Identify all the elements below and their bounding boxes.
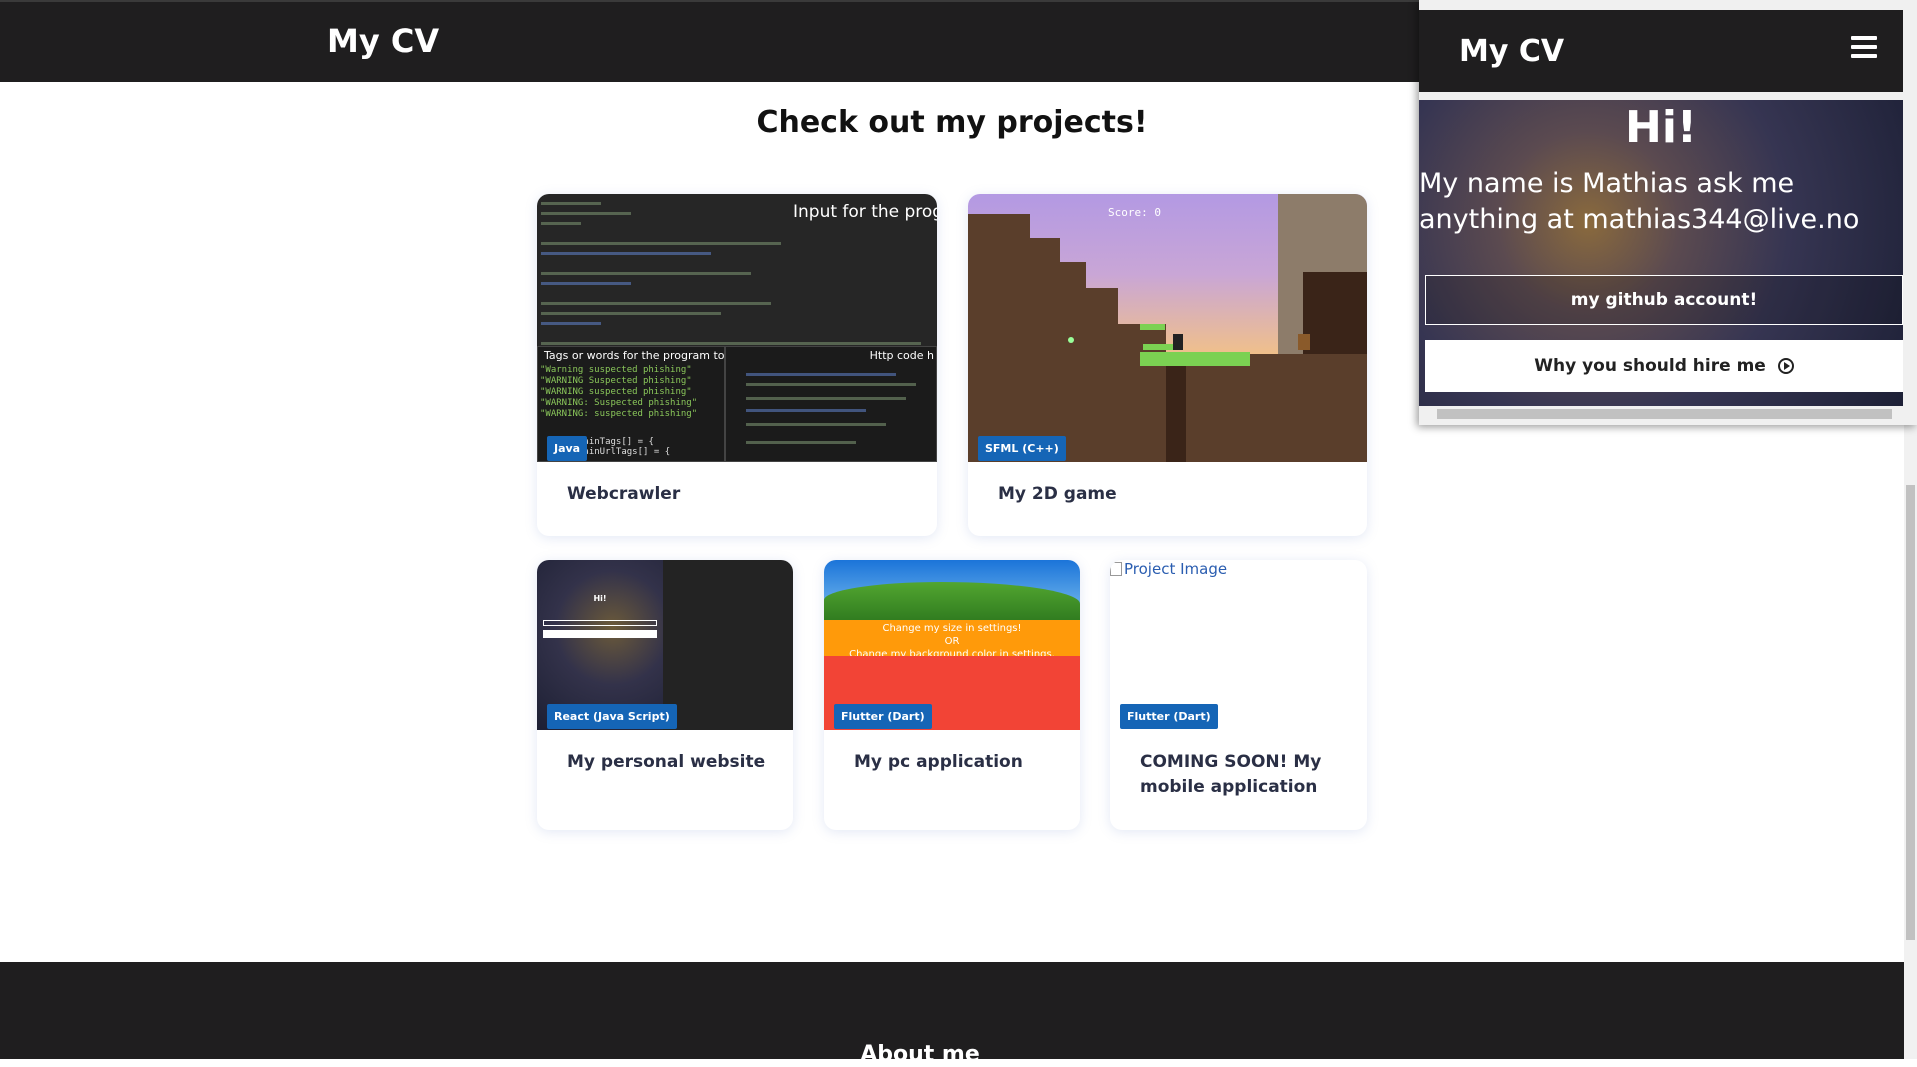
broken-image-icon: Project Image xyxy=(1110,560,1227,578)
code-line: "WARNING Suspected phishing" xyxy=(540,376,692,386)
tech-badge: Flutter (Dart) xyxy=(1120,704,1218,729)
project-thumbnail: Score: 0 SFML (C++) xyxy=(968,194,1367,462)
tech-badge: React (Java Script) xyxy=(547,704,677,729)
hire-me-button[interactable]: Why you should hire me xyxy=(1425,340,1903,392)
project-card-webcrawler[interactable]: Input for the prog Tags or words for the… xyxy=(537,194,937,536)
player-sprite xyxy=(1173,334,1183,350)
project-title[interactable]: My pc application xyxy=(854,750,1060,775)
hero-intro: My name is Mathias ask me anything at ma… xyxy=(1419,168,1860,235)
project-thumbnail: Project Image Flutter (Dart) xyxy=(1110,560,1367,730)
tech-badge: Java xyxy=(547,436,588,461)
tech-badge: Flutter (Dart) xyxy=(834,704,932,729)
preview-navbar: My CV xyxy=(1419,10,1903,92)
project-thumbnail: Change my size in settings! OR Change my… xyxy=(824,560,1080,730)
project-card-pc-application[interactable]: Change my size in settings! OR Change my… xyxy=(824,560,1080,830)
preview-scrollbar-thumb[interactable] xyxy=(1437,409,1892,419)
code-line: "WARNING: suspected phishing" xyxy=(540,409,698,419)
preview-vertical-scrollbar[interactable] xyxy=(1903,10,1917,406)
project-card-personal-website[interactable]: Hi! React (Java Script) My personal webs… xyxy=(537,560,793,830)
code-line: "Warning suspected phishing" xyxy=(540,365,692,375)
hamburger-menu-icon[interactable] xyxy=(1851,36,1877,60)
footer: About me xyxy=(0,962,1904,1067)
page-scrollbar-thumb[interactable] xyxy=(1906,485,1915,940)
mobile-preview-window: My CV Hi! My name is Mathias ask me anyt… xyxy=(1419,0,1917,425)
thumb-text-line: OR xyxy=(944,636,960,647)
project-card-mobile-application[interactable]: Project Image Flutter (Dart) COMING SOON… xyxy=(1110,560,1367,830)
thumb-caption-http: Http code h xyxy=(869,349,934,362)
coin-sprite xyxy=(1068,337,1074,343)
hero-title: Hi! xyxy=(1625,102,1697,153)
image-alt-text: Project Image xyxy=(1124,560,1228,578)
code-line: mainUrlTags[] = { xyxy=(578,447,671,457)
about-heading: About me xyxy=(860,1042,980,1067)
code-line: mainTags[] = { xyxy=(578,437,654,447)
preview-brand[interactable]: My CV xyxy=(1459,34,1564,69)
project-title[interactable]: My personal website xyxy=(567,750,773,775)
github-button[interactable]: my github account! xyxy=(1425,275,1903,325)
project-title[interactable]: My 2D game xyxy=(998,482,1347,507)
project-title[interactable]: Webcrawler xyxy=(567,482,917,507)
project-title[interactable]: COMING SOON! My mobile application xyxy=(1140,750,1347,800)
project-thumbnail: Hi! React (Java Script) xyxy=(537,560,793,730)
game-score: Score: 0 xyxy=(1108,206,1161,219)
project-thumbnail: Input for the prog Tags or words for the… xyxy=(537,194,937,462)
thumb-caption-input: Input for the prog xyxy=(793,202,937,222)
thumb-text-line: Change my size in settings! xyxy=(882,623,1022,634)
enemy-sprite xyxy=(1298,334,1310,350)
code-line: "WARNING: Suspected phishing" xyxy=(540,398,698,408)
preview-horizontal-scrollbar[interactable] xyxy=(1419,406,1917,422)
code-line: "WARNING suspected phishing" xyxy=(540,387,692,397)
preview-hero: Hi! My name is Mathias ask me anything a… xyxy=(1419,100,1903,406)
site-brand[interactable]: My CV xyxy=(327,22,439,60)
project-card-2d-game[interactable]: Score: 0 SFML (C++) My 2D game xyxy=(968,194,1367,536)
thumb-hi: Hi! xyxy=(593,594,607,603)
play-circle-icon xyxy=(1777,358,1794,374)
hire-me-label: Why you should hire me xyxy=(1534,356,1766,376)
tech-badge: SFML (C++) xyxy=(978,436,1066,461)
